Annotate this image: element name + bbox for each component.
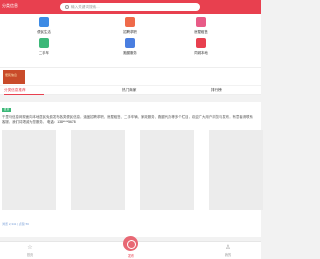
car-icon [39,38,49,48]
post-text: 千里马信息网现面向本地居民免费发布各类便民信息，涵盖招聘求职、房屋租售、二手车辆… [2,115,253,124]
menu-item-label: 二手车 [38,51,50,55]
category-menu: 便民生活 招聘求职 房屋租售 二手车 跑腿服务 同城本地 [0,14,261,67]
menu-item-errand[interactable]: 跑腿服务 [110,38,150,56]
menu-item-label: 房屋租售 [194,30,208,34]
nav-label: 发布 [127,254,135,258]
nav-home[interactable]: ☆ 首页 [15,245,45,257]
post-stats: 浏览 2,341 | 点赞 56 [2,222,29,226]
bottom-nav: ☆ 首页 发布 ♙ 我的 [0,236,261,259]
search-placeholder: 输入关键词搜索… [71,5,100,9]
tab-ranking[interactable]: 排行榜 [211,88,222,93]
house-icon [196,17,206,27]
publish-icon[interactable] [123,236,138,251]
nav-label: 首页 [26,253,34,257]
search-bar[interactable]: 输入关键词搜索… [60,3,200,11]
home-icon: ☆ [27,245,33,251]
menu-item-label: 同城本地 [194,51,208,55]
tab-recommend[interactable]: 分类信息推荐 [4,88,26,93]
user-icon: ♙ [225,245,231,251]
errand-icon [125,38,135,48]
post-photo[interactable] [209,130,263,210]
tab-indicator [4,94,44,95]
menu-item-life[interactable]: 便民生活 [24,17,64,35]
post-phone: 电话：138****5678 [47,120,76,124]
top-bar: 分类信息 输入关键词搜索… [0,0,261,14]
local-icon [196,38,206,48]
menu-item-label: 招聘求职 [123,30,137,34]
post-photo[interactable] [140,130,194,210]
promo-banner[interactable]: 便民信息 [0,67,261,85]
job-icon [125,17,135,27]
menu-item-car[interactable]: 二手车 [24,38,64,56]
menu-item-label: 跑腿服务 [123,51,137,55]
menu-item-house[interactable]: 房屋租售 [181,17,221,35]
nav-label: 我的 [224,253,232,257]
menu-item-label: 便民生活 [37,30,51,34]
menu-item-job[interactable]: 招聘求职 [110,17,150,35]
tab-bar: 分类信息推荐 热门商家 排行榜 [0,86,261,95]
tab-merchants[interactable]: 热门商家 [122,88,136,93]
post-photo[interactable] [71,130,125,210]
nav-profile[interactable]: ♙ 我的 [213,245,243,257]
post-body: 千里马信息网现面向本地居民免费发布各类便民信息，涵盖招聘求职、房屋租售、二手车辆… [2,115,254,125]
post-card[interactable]: 置顶 千里马信息网现面向本地居民免费发布各类便民信息，涵盖招聘求职、房屋租售、二… [0,102,263,237]
menu-item-local[interactable]: 同城本地 [181,38,221,56]
life-icon [39,17,49,27]
pinned-badge: 置顶 [2,108,11,112]
banner-image: 便民信息 [3,70,25,84]
nav-publish[interactable]: 发布 [116,252,146,258]
search-icon [65,5,69,9]
banner-text: 便民信息 [5,73,18,77]
post-photo[interactable] [2,130,56,210]
brand-name: 分类信息 [2,3,18,8]
